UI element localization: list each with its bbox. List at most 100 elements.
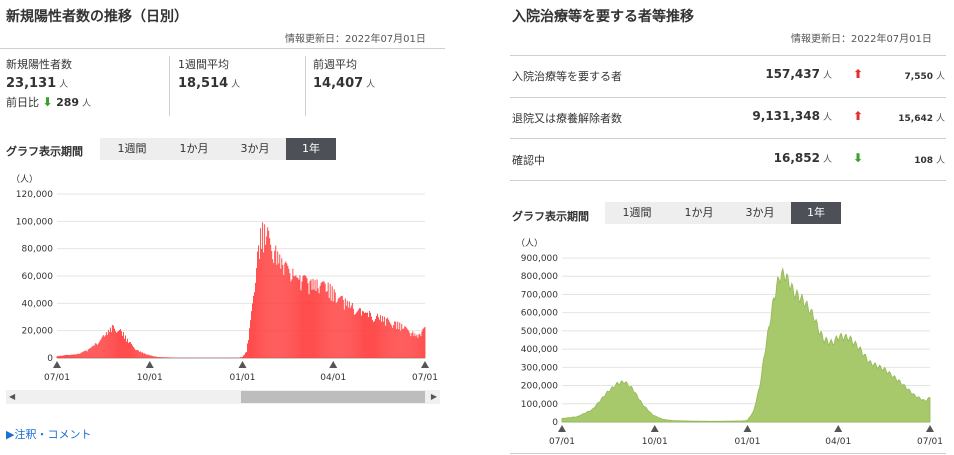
- bar: [372, 319, 373, 358]
- tab-1month[interactable]: 1か月: [164, 138, 224, 160]
- bar: [159, 357, 161, 358]
- bar: [350, 305, 352, 358]
- bar: [93, 345, 95, 358]
- bar: [373, 322, 374, 358]
- tab-3months[interactable]: 3か月: [224, 138, 286, 160]
- y-tick-label: 120,000: [16, 190, 53, 200]
- bar: [139, 352, 141, 358]
- row-change: 7,550 人: [904, 72, 945, 82]
- bottom-divider: [510, 453, 946, 454]
- bar: [113, 328, 115, 358]
- x-tick-marker: [421, 361, 429, 368]
- tab-3months[interactable]: 3か月: [729, 202, 791, 224]
- tab-1week[interactable]: 1週間: [605, 202, 669, 224]
- bar: [414, 333, 416, 358]
- row-change: 15,642 人: [898, 114, 945, 124]
- bar: [266, 236, 268, 358]
- bar: [332, 301, 334, 358]
- bar: [291, 279, 293, 358]
- bar: [268, 230, 270, 358]
- bar: [331, 286, 333, 358]
- bar: [355, 312, 357, 358]
- bar: [307, 283, 309, 358]
- y-tick-label: 900,000: [521, 254, 558, 264]
- bar: [144, 353, 146, 358]
- bar: [136, 350, 138, 358]
- stat-week-average: 1週間平均 18,514 人: [178, 56, 240, 91]
- bar: [360, 315, 362, 358]
- x-tick-marker: [834, 425, 843, 432]
- bar: [128, 342, 129, 358]
- bar: [330, 300, 332, 358]
- tab-1year[interactable]: 1年: [286, 138, 336, 160]
- bar: [286, 263, 288, 358]
- notes-comments-link[interactable]: ▶注釈・コメント: [6, 426, 91, 442]
- y-tick-label: 100,000: [521, 400, 558, 410]
- left-period-tabs: 1週間 1か月 3か月 1年: [100, 138, 336, 160]
- bar: [322, 281, 324, 358]
- tab-1month[interactable]: 1か月: [669, 202, 729, 224]
- chart-scrollbar[interactable]: ◀ ▶: [6, 390, 440, 404]
- bar: [381, 321, 383, 358]
- bar: [420, 336, 422, 358]
- bar: [405, 326, 407, 358]
- y-tick-label: 40,000: [22, 299, 54, 309]
- stat-new-cases: 新規陽性者数 23,131 人 前日比 ⬇ 289 人: [6, 56, 91, 110]
- bar: [248, 340, 249, 358]
- tab-1year[interactable]: 1年: [791, 202, 841, 224]
- bar: [149, 355, 151, 358]
- bar: [141, 352, 143, 358]
- bar: [312, 278, 314, 358]
- bar: [99, 340, 101, 358]
- bar: [60, 355, 62, 358]
- bar: [380, 315, 382, 358]
- bar: [280, 268, 282, 358]
- bar: [253, 295, 255, 358]
- tab-1week[interactable]: 1週間: [100, 138, 164, 160]
- bar: [305, 276, 307, 358]
- bar: [424, 326, 426, 358]
- bar: [390, 323, 392, 358]
- bar: [298, 279, 300, 358]
- bar: [124, 338, 125, 358]
- bar: [409, 332, 411, 358]
- bar: [158, 357, 160, 358]
- scroll-right-icon[interactable]: ▶: [431, 390, 437, 404]
- x-tick-marker: [650, 425, 659, 432]
- bar: [169, 357, 171, 358]
- bar: [415, 336, 417, 358]
- row-divider: [510, 138, 946, 139]
- bar: [66, 354, 68, 358]
- bar: [374, 321, 375, 358]
- stat-separator: [169, 56, 170, 116]
- bar: [361, 311, 363, 358]
- arrow-down-icon: ⬇: [853, 151, 864, 165]
- bar: [74, 354, 76, 358]
- x-tick-label: 10/01: [642, 437, 668, 447]
- row-divider: [510, 97, 946, 98]
- bar: [290, 281, 292, 358]
- bar: [356, 311, 358, 358]
- bar: [401, 323, 403, 358]
- bar: [311, 289, 313, 358]
- bar: [354, 313, 356, 358]
- bar: [130, 342, 132, 358]
- bar: [256, 268, 258, 358]
- bar: [86, 351, 88, 358]
- bar: [252, 303, 253, 358]
- bar: [375, 318, 377, 358]
- scrollbar-thumb[interactable]: [241, 391, 425, 403]
- bar: [73, 354, 75, 358]
- bar: [122, 335, 123, 358]
- bar: [326, 291, 328, 358]
- bar: [145, 353, 147, 358]
- bar: [133, 347, 135, 358]
- stat-value: 18,514 人: [178, 76, 241, 91]
- bar: [403, 328, 405, 358]
- bar: [387, 317, 389, 358]
- bar: [402, 328, 404, 358]
- bar: [164, 357, 166, 358]
- scroll-left-icon[interactable]: ◀: [9, 390, 15, 404]
- bar: [72, 354, 74, 358]
- arrow-up-icon: ⬆: [853, 109, 864, 123]
